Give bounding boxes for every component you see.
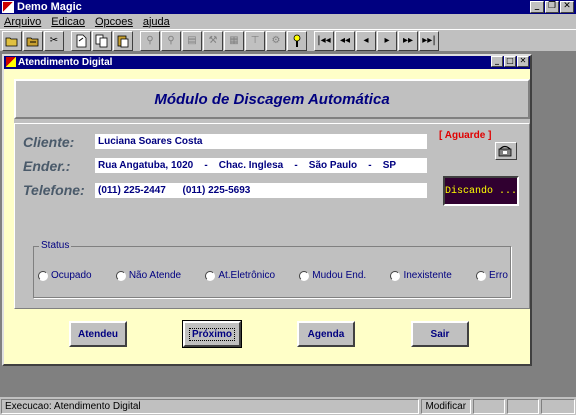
child-title: Atendimento Digital bbox=[18, 57, 113, 68]
copy-icon[interactable] bbox=[92, 30, 112, 51]
client-form: Cliente: Luciana Soares Costa Ender.: Ru… bbox=[14, 123, 530, 309]
new-doc-icon[interactable] bbox=[71, 30, 91, 51]
prev-page-icon[interactable]: ◂◂ bbox=[335, 30, 355, 51]
atendeu-label: Atendeu bbox=[78, 328, 118, 340]
proximo-label: Próximo bbox=[188, 327, 236, 341]
atendimento-window: Atendimento Digital _ □ ✕ Módulo de Disc… bbox=[2, 54, 532, 366]
radio-icon[interactable] bbox=[476, 270, 487, 281]
status-pane-5 bbox=[541, 398, 575, 414]
radio-label: At.Eletrônico bbox=[218, 270, 276, 281]
help-icon[interactable] bbox=[287, 30, 307, 51]
status-mode: Modificar bbox=[421, 398, 472, 414]
wrench-icon[interactable]: ⚒ bbox=[203, 30, 223, 51]
status-option-mudou-end[interactable]: Mudou End. bbox=[299, 270, 366, 281]
sair-label: Sair bbox=[430, 328, 450, 340]
radio-label: Não Atende bbox=[128, 270, 182, 281]
radio-icon[interactable] bbox=[38, 270, 48, 281]
telefone-field[interactable]: (011) 225-2447 (011) 225-5693 bbox=[95, 183, 427, 198]
search-icon[interactable]: ⚲ bbox=[140, 30, 160, 51]
dialing-display: Discando ... bbox=[443, 176, 519, 206]
next-page-icon[interactable]: ▸▸ bbox=[398, 30, 418, 51]
proximo-button[interactable]: Próximo bbox=[182, 320, 242, 348]
telefone-label: Telefone: bbox=[23, 182, 85, 198]
tree-icon[interactable]: ⊤ bbox=[245, 30, 265, 51]
prev-record-icon[interactable]: ◂ bbox=[356, 30, 376, 51]
app-title: Demo Magic bbox=[17, 1, 82, 13]
radio-label: Erro bbox=[489, 270, 508, 281]
ender-label: Ender.: bbox=[23, 158, 71, 174]
cliente-label: Cliente: bbox=[23, 134, 75, 150]
status-group: Status Ocupado Não Atende At.Eletrônico … bbox=[33, 240, 511, 298]
status-option-erro[interactable]: Erro bbox=[476, 270, 508, 281]
cut-icon[interactable]: ✂ bbox=[44, 30, 64, 51]
status-option-at-eletronico[interactable]: At.Eletrônico bbox=[205, 270, 275, 281]
child-title-bar[interactable]: Atendimento Digital _ □ ✕ bbox=[4, 56, 530, 69]
app-icon[interactable] bbox=[2, 1, 14, 13]
radio-label: Ocupado bbox=[51, 270, 92, 281]
aguarde-label: [ Aguarde ] bbox=[439, 130, 492, 141]
app-title-bar[interactable]: Demo Magic _ ❐ ✕ bbox=[0, 0, 576, 14]
menu-arquivo[interactable]: Arquivo bbox=[4, 16, 41, 28]
next-record-icon[interactable]: ▸ bbox=[377, 30, 397, 51]
ender-field[interactable]: Rua Angatuba, 1020 - Chac. Inglesa - São… bbox=[95, 158, 427, 173]
tools-icon[interactable]: ⚙ bbox=[266, 30, 286, 51]
radio-icon[interactable] bbox=[205, 270, 216, 281]
radio-icon[interactable] bbox=[115, 270, 126, 281]
status-pane-4 bbox=[507, 398, 540, 414]
search-next-icon[interactable]: ⚲ bbox=[161, 30, 181, 51]
radio-icon[interactable] bbox=[299, 270, 310, 281]
child-window-icon[interactable] bbox=[6, 57, 16, 67]
child-close-button[interactable]: ✕ bbox=[517, 56, 529, 67]
sair-button[interactable]: Sair bbox=[411, 321, 469, 347]
status-option-ocupado[interactable]: Ocupado bbox=[38, 270, 92, 281]
menu-edicao[interactable]: Edicao bbox=[51, 16, 85, 28]
list-icon[interactable]: ▤ bbox=[182, 30, 202, 51]
restore-button[interactable]: ❐ bbox=[545, 1, 559, 13]
form-content: Módulo de Discagem Automática Cliente: L… bbox=[4, 69, 530, 364]
close-button[interactable]: ✕ bbox=[560, 1, 574, 13]
cliente-field[interactable]: Luciana Soares Costa bbox=[95, 134, 427, 149]
atendeu-button[interactable]: Atendeu bbox=[69, 321, 127, 347]
agenda-button[interactable]: Agenda bbox=[297, 321, 355, 347]
status-message: Execucao: Atendimento Digital bbox=[1, 398, 420, 414]
table-icon[interactable]: ▦ bbox=[224, 30, 244, 51]
agenda-label: Agenda bbox=[307, 328, 345, 340]
dialer-panel: Módulo de Discagem Automática Cliente: L… bbox=[14, 79, 530, 309]
status-pane-3 bbox=[473, 398, 506, 414]
first-record-icon[interactable]: |◂◂ bbox=[314, 30, 334, 51]
status-bar: Execucao: Atendimento Digital Modificar bbox=[0, 397, 576, 415]
minimize-button[interactable]: _ bbox=[530, 1, 544, 13]
phone-icon[interactable] bbox=[495, 142, 517, 160]
menu-opcoes[interactable]: Opcoes bbox=[95, 16, 133, 28]
page-title: Módulo de Discagem Automática bbox=[14, 79, 530, 119]
last-record-icon[interactable]: ▸▸| bbox=[419, 30, 439, 51]
menu-bar: Arquivo Edicao Opcoes ajuda bbox=[0, 14, 576, 29]
child-maximize-button[interactable]: □ bbox=[504, 56, 516, 67]
save-folder-icon[interactable] bbox=[23, 30, 43, 51]
status-option-inexistente[interactable]: Inexistente bbox=[390, 270, 452, 281]
radio-label: Mudou End. bbox=[312, 270, 367, 281]
child-minimize-button[interactable]: _ bbox=[491, 56, 503, 67]
mdi-workspace: Atendimento Digital _ □ ✕ Módulo de Disc… bbox=[0, 52, 576, 397]
status-legend: Status bbox=[39, 240, 72, 251]
open-folder-icon[interactable] bbox=[2, 30, 22, 51]
radio-label: Inexistente bbox=[403, 270, 452, 281]
menu-ajuda[interactable]: ajuda bbox=[143, 16, 170, 28]
paste-icon[interactable] bbox=[113, 30, 133, 51]
radio-icon[interactable] bbox=[390, 270, 401, 281]
status-option-nao-atende[interactable]: Não Atende bbox=[115, 270, 182, 281]
toolbar: ✂ ⚲ ⚲ ▤ ⚒ ▦ ⊤ ⚙ |◂◂ ◂◂ ◂ ▸ ▸▸ ▸▸| bbox=[0, 29, 576, 52]
